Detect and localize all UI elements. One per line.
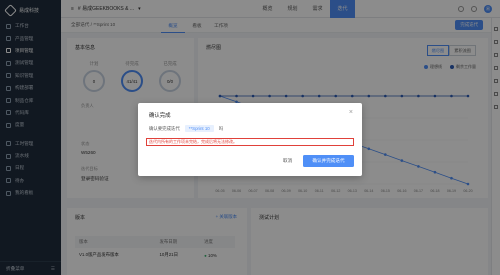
message-text: 确认要完成迭代 xyxy=(149,125,180,131)
dialog-message: 确认要完成迭代 **Sprint 10 吗 xyxy=(149,125,223,132)
cancel-button[interactable]: 取消 xyxy=(283,158,292,164)
sprint-tag: **Sprint 10 xyxy=(184,125,214,132)
dialog-title: 确认完成 xyxy=(149,113,171,119)
app-root: 易成科技 工作台 产品管理 项目管理 测试管理 知识管理 构建部署 制品仓库 代码库 度量 工时… xyxy=(0,0,500,275)
confirm-complete-button[interactable]: 确认并完成迭代 xyxy=(303,155,354,167)
message-suffix: 吗 xyxy=(218,125,224,131)
warning-box: 迭代内所有的工作项未完结，完成后将无法修改。 xyxy=(146,138,354,146)
close-icon[interactable]: × xyxy=(349,109,353,116)
confirm-dialog: 确认完成 × 确认要完成迭代 **Sprint 10 吗 迭代内所有的工作项未完… xyxy=(138,103,362,176)
